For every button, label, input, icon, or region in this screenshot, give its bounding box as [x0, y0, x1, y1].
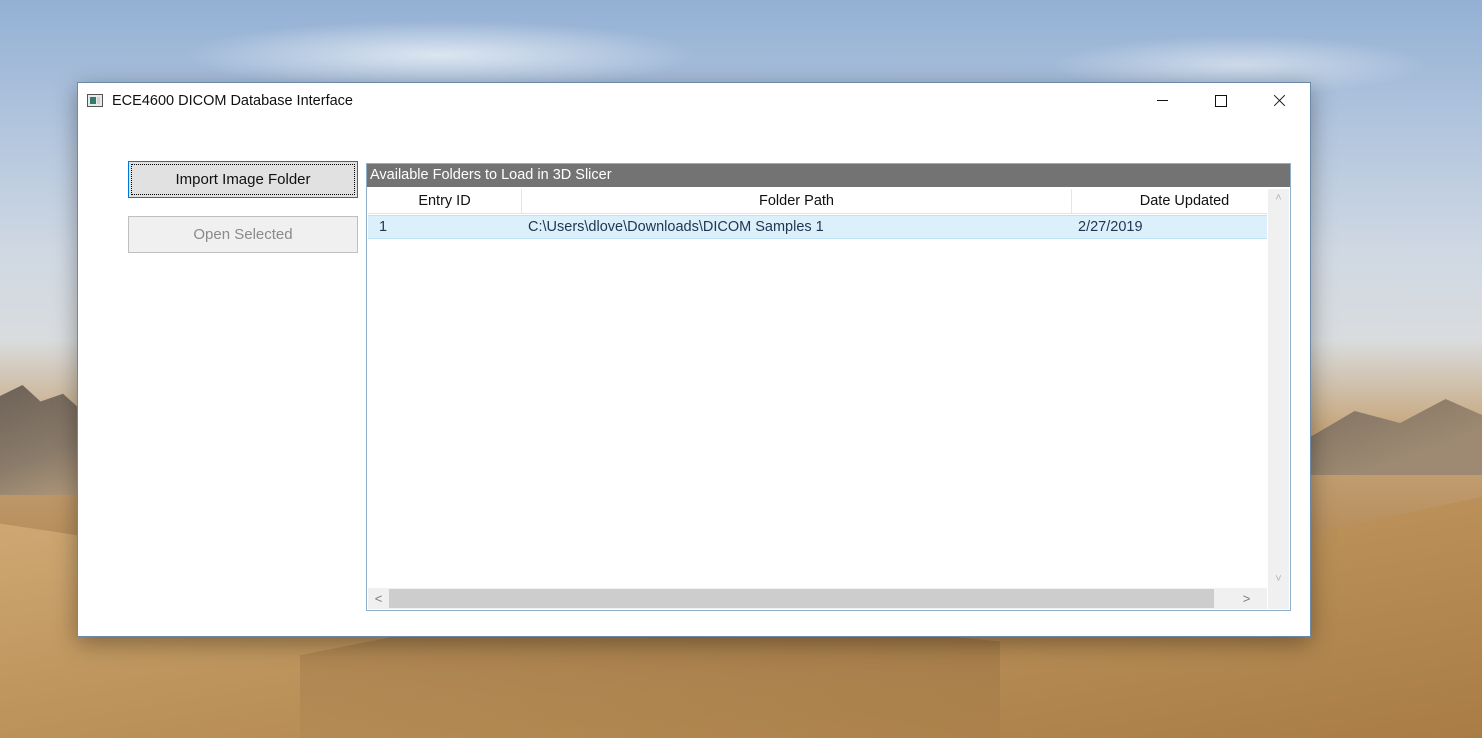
focus-rectangle: [131, 164, 355, 195]
window-title: ECE4600 DICOM Database Interface: [112, 93, 353, 109]
app-icon: [87, 94, 103, 107]
scroll-left-icon[interactable]: <: [368, 588, 389, 609]
horizontal-scrollbar[interactable]: < >: [368, 588, 1267, 609]
column-header-folder-path[interactable]: Folder Path: [521, 189, 1071, 213]
open-button-label: Open Selected: [193, 226, 293, 243]
maximize-icon[interactable]: [1192, 83, 1250, 119]
panel-title: Available Folders to Load in 3D Slicer: [367, 164, 1290, 187]
mountain: [1300, 399, 1482, 475]
scroll-right-icon[interactable]: >: [1236, 588, 1257, 609]
scroll-up-icon[interactable]: ˄: [1268, 189, 1289, 207]
cell-entry-id: 1: [379, 219, 388, 235]
cell-date-updated: 2/27/2019: [1078, 219, 1143, 235]
folders-list[interactable]: Entry ID Folder Path Date Updated 1 C:\U…: [368, 189, 1267, 588]
open-selected-button[interactable]: Open Selected: [128, 216, 358, 253]
horizontal-scroll-thumb[interactable]: [389, 589, 1214, 608]
scroll-down-icon[interactable]: ˅: [1268, 570, 1289, 588]
cloud: [180, 20, 700, 90]
table-row[interactable]: 1 C:\Users\dlove\Downloads\DICOM Samples…: [368, 215, 1267, 239]
scrollbar-corner: [1268, 588, 1289, 609]
cell-folder-path: C:\Users\dlove\Downloads\DICOM Samples 1: [528, 219, 824, 235]
close-icon[interactable]: [1250, 83, 1308, 119]
minimize-icon[interactable]: [1134, 83, 1192, 119]
list-header: Entry ID Folder Path Date Updated: [368, 189, 1267, 214]
title-bar[interactable]: ECE4600 DICOM Database Interface: [78, 83, 1310, 119]
column-header-date-updated[interactable]: Date Updated: [1071, 189, 1267, 213]
vertical-scrollbar[interactable]: ˄ ˅: [1268, 189, 1289, 588]
import-image-folder-button[interactable]: Import Image Folder: [128, 161, 358, 198]
app-window: ECE4600 DICOM Database Interface Import …: [77, 82, 1311, 637]
folders-panel: Available Folders to Load in 3D Slicer E…: [366, 163, 1291, 611]
column-header-entry-id[interactable]: Entry ID: [368, 189, 521, 213]
